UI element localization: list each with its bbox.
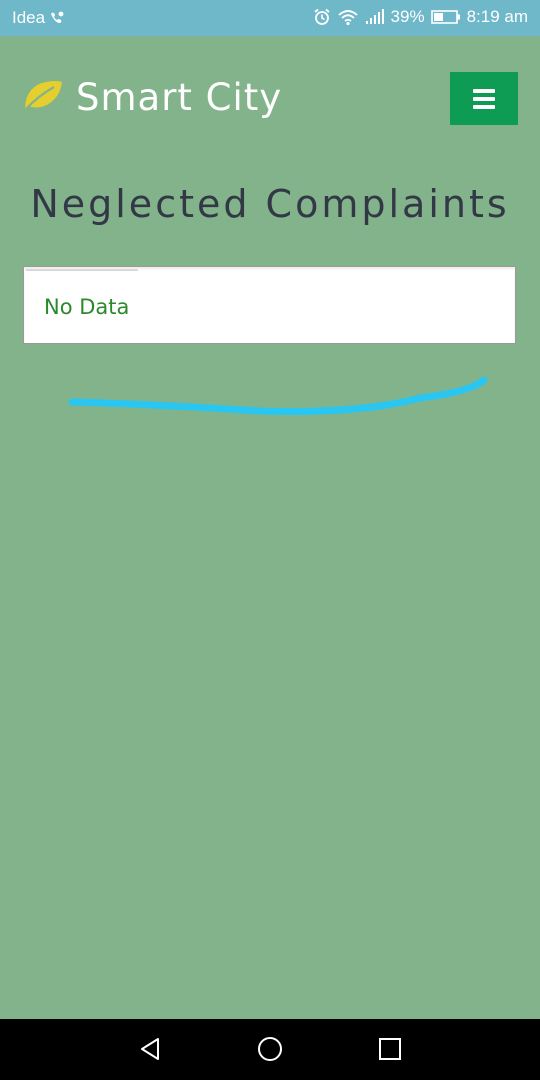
back-icon <box>141 1038 159 1060</box>
page-title: Neglected Complaints <box>30 182 510 226</box>
status-time: 8:19 am <box>466 7 528 26</box>
status-left: Idea <box>12 8 65 28</box>
back-button[interactable] <box>134 1033 166 1065</box>
leaf-icon <box>22 78 64 117</box>
hamburger-icon <box>473 85 495 113</box>
brand[interactable]: Smart City <box>22 76 282 119</box>
wifi-icon <box>337 8 359 26</box>
nav-bar <box>0 1019 540 1080</box>
app-content: Smart City Neglected Complaints No Data <box>0 36 540 1019</box>
home-icon <box>258 1037 282 1061</box>
status-right: 39% 8:19 am <box>313 7 528 27</box>
carrier-label: Idea <box>12 8 46 27</box>
annotation-stroke <box>68 376 488 415</box>
status-bar: Idea 39% 8:19 am <box>0 0 540 36</box>
empty-message: No Data <box>44 295 130 319</box>
alarm-icon <box>313 8 331 26</box>
recents-icon <box>379 1038 401 1060</box>
battery-icon <box>430 9 461 25</box>
complaints-list: No Data <box>23 266 516 344</box>
recents-button[interactable] <box>374 1033 406 1065</box>
app-title: Smart City <box>76 76 283 119</box>
menu-button[interactable] <box>450 72 518 125</box>
card-divider <box>26 269 138 271</box>
home-button[interactable] <box>254 1033 286 1065</box>
call-icon <box>49 11 65 25</box>
signal-icon <box>365 9 385 25</box>
battery-percent: 39% <box>390 7 425 26</box>
